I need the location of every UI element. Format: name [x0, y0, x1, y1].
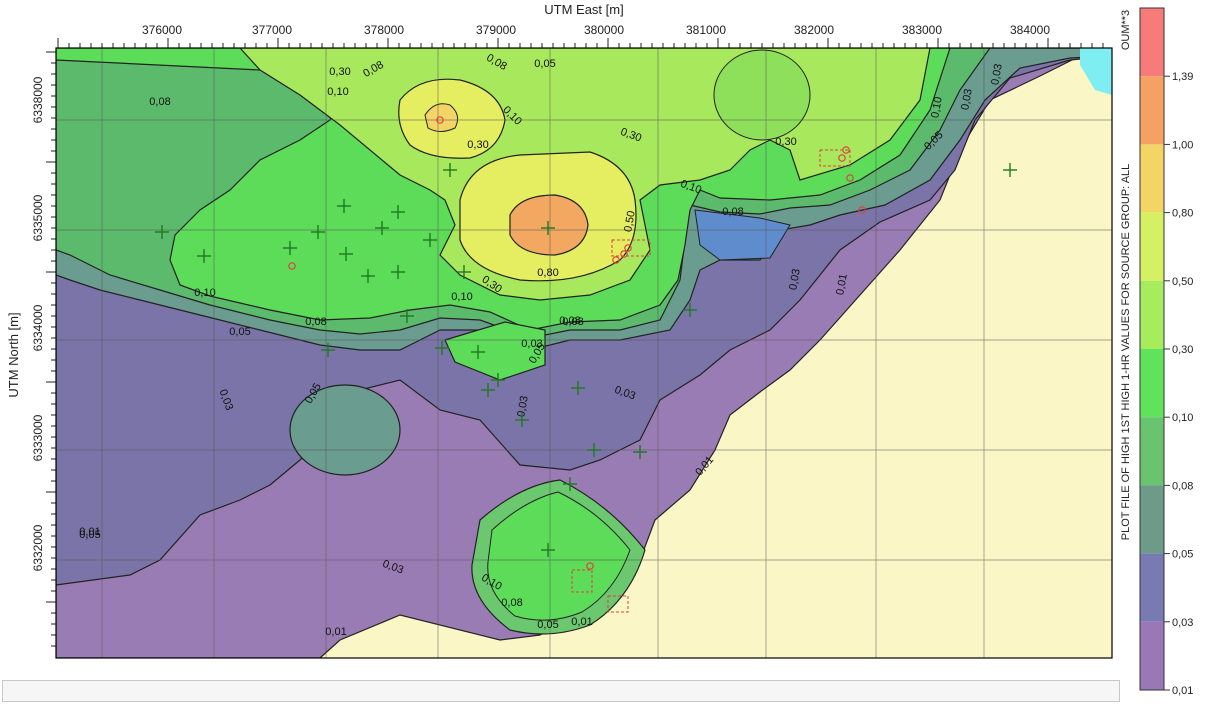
- contour-label: 0,80: [537, 267, 558, 279]
- contour-label: 0,10: [451, 291, 472, 303]
- colorbar-swatch: [1140, 417, 1164, 486]
- colorbar-title: PLOT FILE OF HIGH 1ST HIGH 1-HR VALUES F…: [1120, 164, 1132, 541]
- x-tick-label: 376000: [142, 23, 182, 37]
- x-tick-label: 379000: [476, 23, 516, 37]
- x-axis-title: UTM East [m]: [544, 2, 623, 17]
- contour-label: 0,10: [327, 86, 348, 98]
- x-ruler-ticks: [57, 38, 1104, 48]
- contour-label: 0,01: [79, 526, 100, 538]
- colorbar-label: 1,00: [1172, 139, 1193, 151]
- colorbar-label: 1,39: [1172, 71, 1193, 83]
- contour-label: 0,30: [467, 139, 488, 151]
- colorbar-label: 0,30: [1172, 344, 1193, 356]
- colorbar-label: 0,01: [1172, 685, 1193, 697]
- colorbar-swatch: [1140, 485, 1164, 554]
- contour-label: 0,08: [722, 206, 743, 218]
- contour-label: 0,30: [329, 66, 350, 78]
- band-080: [509, 194, 589, 256]
- contour-label: 0,01: [571, 616, 592, 628]
- colorbar-swatch: [1140, 8, 1164, 77]
- colorbar-label: 0,50: [1172, 276, 1193, 288]
- contour-label: 0,08: [305, 316, 326, 328]
- contour-label: 0,30: [775, 136, 796, 148]
- contour-label: 0,10: [194, 287, 215, 299]
- colorbar-label: 0,08: [1172, 480, 1193, 492]
- x-tick-label: 380000: [584, 23, 624, 37]
- colorbar-swatch: [1140, 553, 1164, 622]
- contour-label: 0,08: [501, 597, 522, 609]
- status-bar: [2, 680, 1120, 702]
- x-tick-label: 381000: [686, 23, 726, 37]
- x-tick-label: 383000: [902, 23, 942, 37]
- colorbar-label: 0,10: [1172, 412, 1193, 424]
- contour-label: 0,05: [534, 58, 555, 70]
- colorbar-swatch: [1140, 144, 1164, 213]
- contour-label: 0,01: [325, 626, 346, 638]
- y-axis-title: UTM North [m]: [6, 312, 21, 397]
- y-tick-label: 6333000: [31, 414, 45, 461]
- colorbar-swatch: [1140, 76, 1164, 145]
- colorbar-label: 0,05: [1172, 549, 1193, 561]
- colorbar-unit: OUM**3: [1120, 10, 1132, 50]
- contour-label: 0,08: [149, 96, 170, 108]
- x-tick-label: 378000: [364, 23, 404, 37]
- contour-label: 0,05: [229, 326, 250, 338]
- y-ruler-ticks: [46, 51, 56, 647]
- colorbar-swatch: [1140, 212, 1164, 281]
- y-tick-label: 6334000: [31, 304, 45, 351]
- x-tick-label: 382000: [794, 23, 834, 37]
- y-tick-label: 6332000: [31, 524, 45, 571]
- colorbar-swatch: [1140, 621, 1164, 690]
- colorbar-label: 0,03: [1172, 617, 1193, 629]
- contour-label: 0,08: [559, 315, 580, 327]
- contour-plot[interactable]: UTM East [m] UTM North [m] 376000 377000…: [0, 0, 1206, 704]
- y-tick-labels: 6338000 6335000 6334000 6333000 6332000: [31, 76, 45, 571]
- colorbar-swatches: [1140, 8, 1164, 690]
- colorbar-swatch: [1140, 349, 1164, 418]
- colorbar: 1,39 1,00 0,80 0,50 0,30 0,10 0,08 0,05 0,03 0,01…: [1120, 7, 1193, 697]
- colorbar-labels: 1,39 1,00 0,80 0,50 0,30 0,10 0,08 0,05 0,03 0,01: [1164, 71, 1193, 697]
- colorbar-swatch: [1140, 280, 1164, 349]
- y-tick-label: 6338000: [31, 76, 45, 123]
- contour-label: 0,05: [537, 619, 558, 631]
- x-tick-label: 377000: [252, 23, 292, 37]
- colorbar-label: 0,80: [1172, 208, 1193, 220]
- band-030-blob: [713, 49, 811, 141]
- x-tick-label: 384000: [1010, 23, 1050, 37]
- x-tick-labels: 376000 377000 378000 379000 380000 38100…: [142, 23, 1050, 37]
- y-tick-label: 6335000: [31, 194, 45, 241]
- contour-map: 0,300,100,080,080,050,080,100,300,300,50…: [56, 48, 1112, 658]
